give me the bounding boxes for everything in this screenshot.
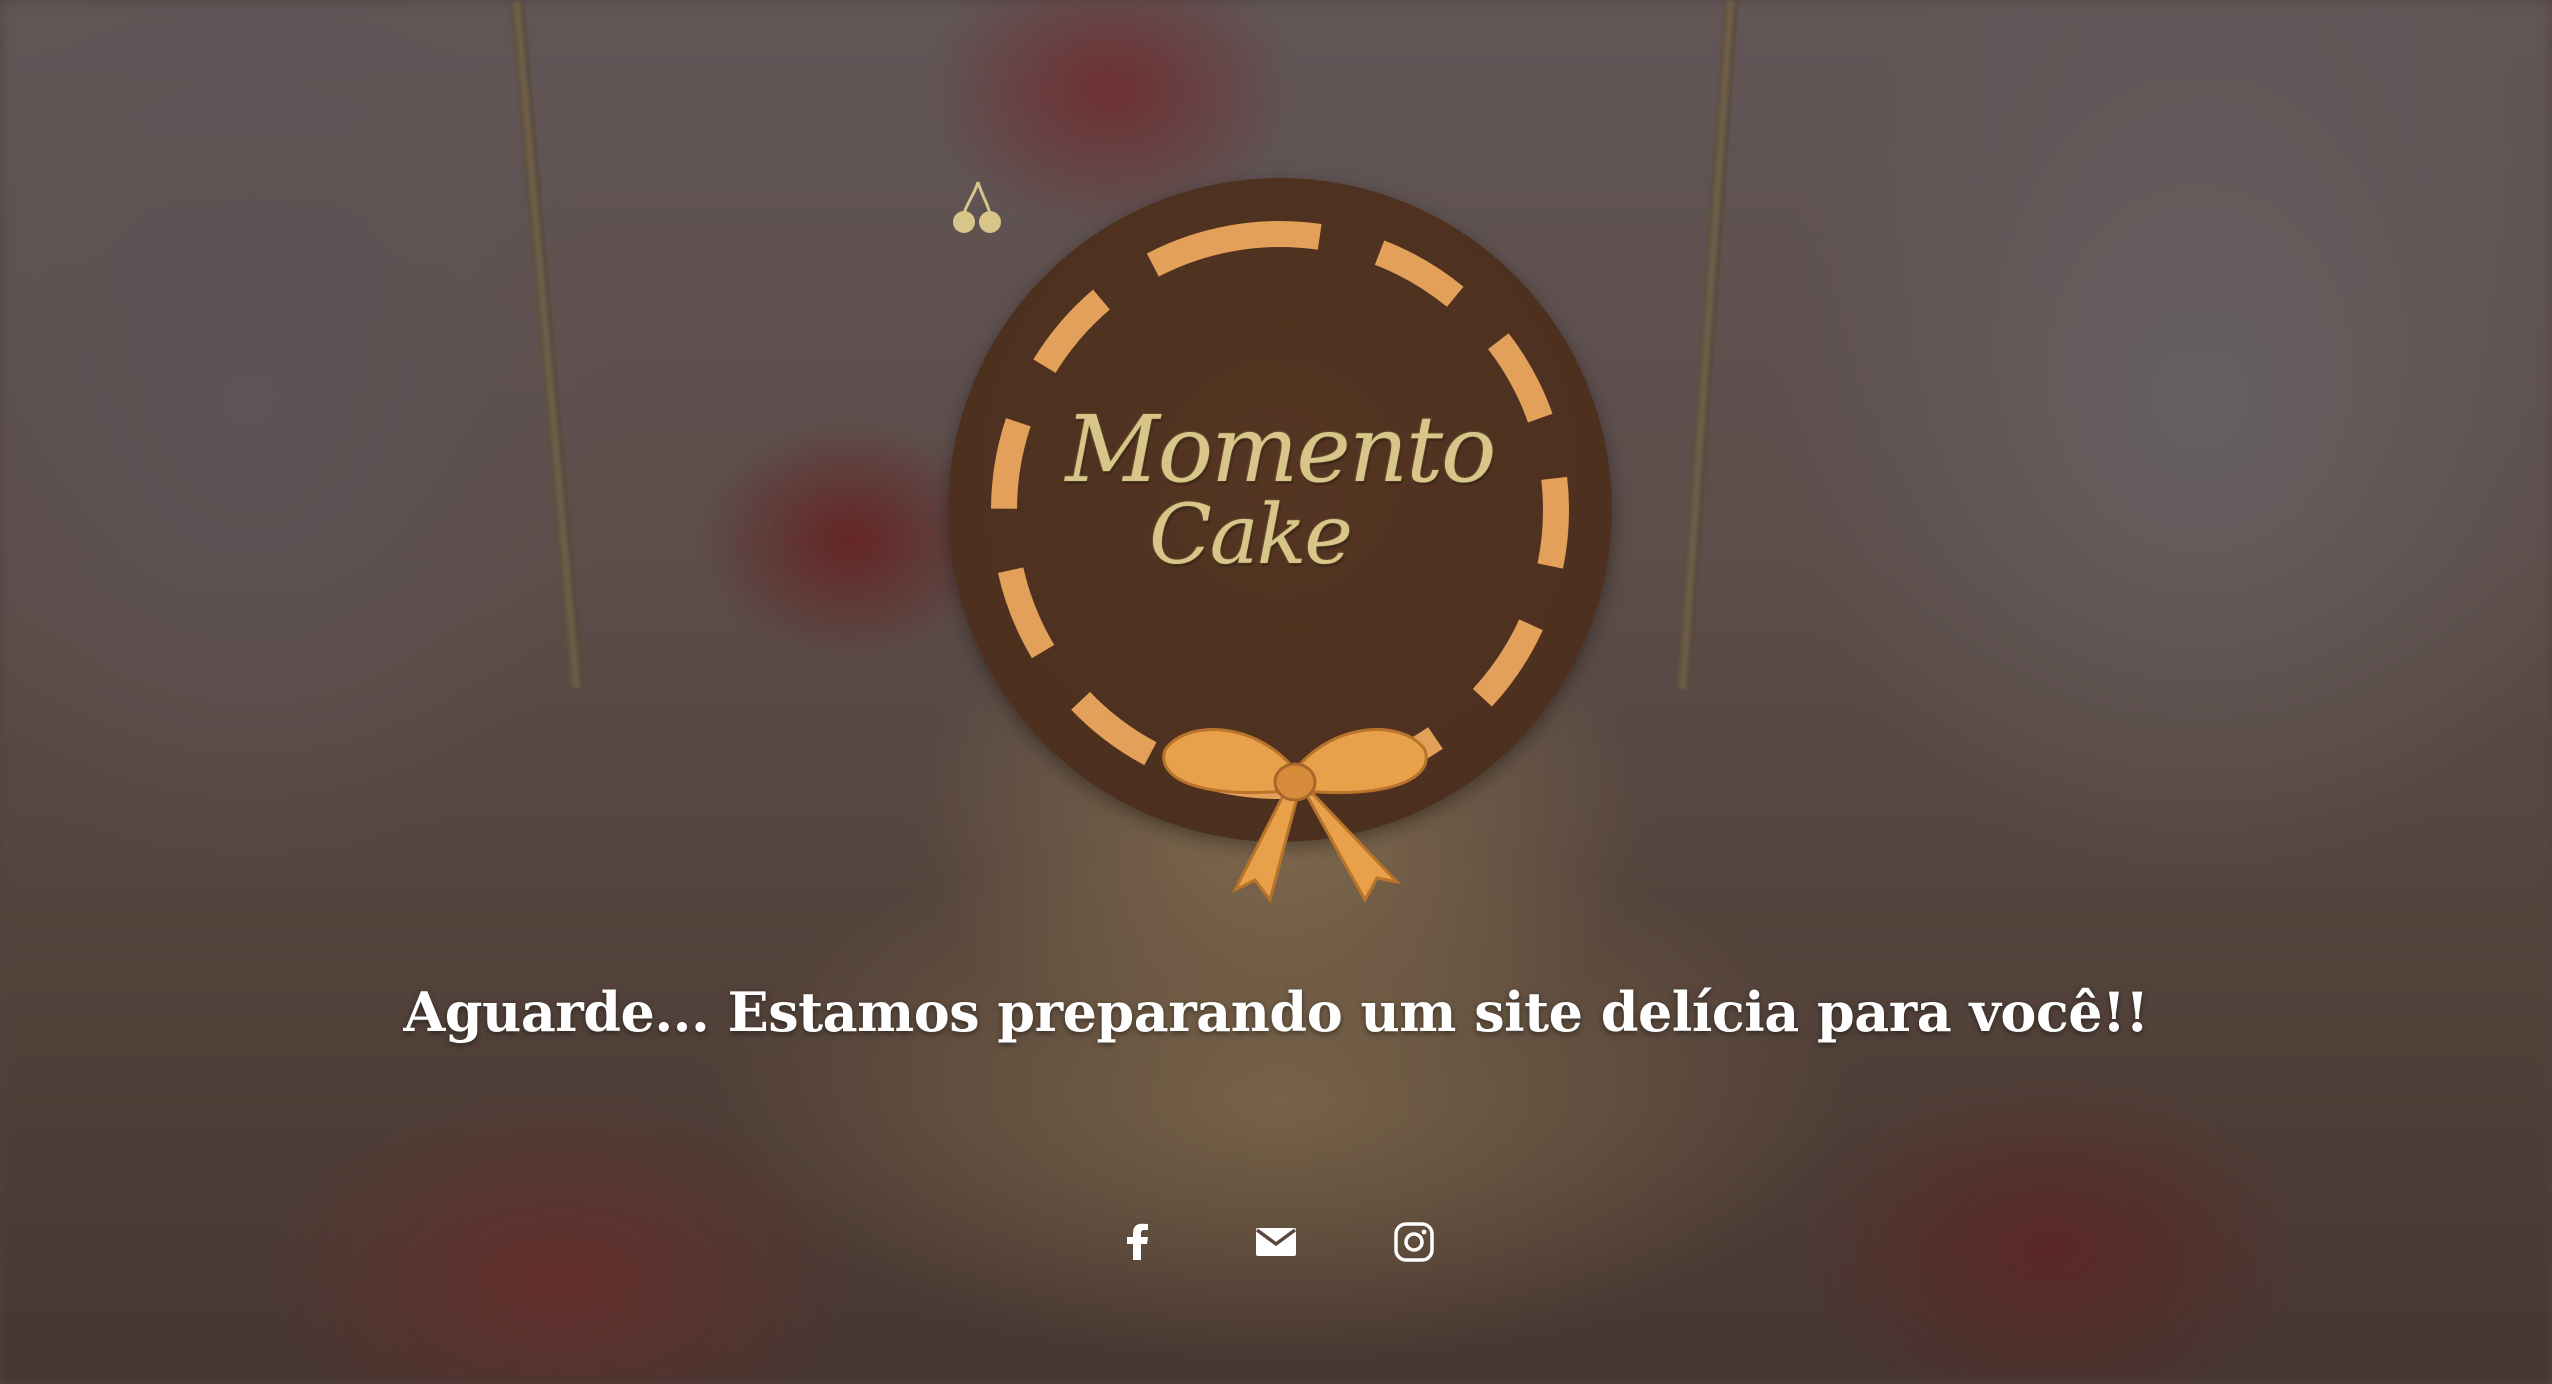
logo-text-cake: Cake: [1149, 488, 1353, 583]
logo-text-momento: Momento: [1065, 396, 1497, 503]
social-links: [0, 1218, 2552, 1266]
ribbon-bow-icon: [1162, 728, 1428, 904]
facebook-icon: [1127, 1223, 1148, 1260]
instagram-link[interactable]: [1390, 1218, 1438, 1266]
email-icon: [1255, 1228, 1297, 1256]
facebook-link[interactable]: [1114, 1218, 1162, 1266]
instagram-icon: [1394, 1222, 1434, 1262]
coming-soon-page: Momento Cake Aguarde... Estamos preparan…: [0, 0, 2552, 1384]
cherries-icon: [953, 181, 1001, 233]
coming-soon-headline: Aguarde... Estamos preparando um site de…: [403, 980, 2149, 1044]
email-link[interactable]: [1252, 1218, 1300, 1266]
